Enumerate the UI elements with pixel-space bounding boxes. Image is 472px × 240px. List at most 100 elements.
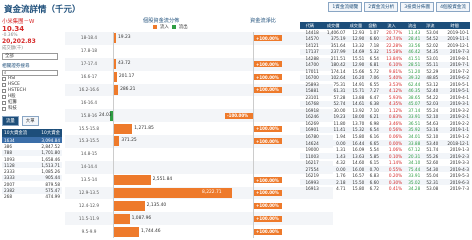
inflow-bar[interactable]	[114, 213, 130, 224]
net-ratio-label: +100.00%	[256, 126, 279, 132]
chart-row: 12.4-12.9 2,135.40 +100.00%	[65, 199, 333, 212]
table-cell: 16913	[305, 186, 319, 192]
analysis-button[interactable]: 2資金流分析	[364, 2, 399, 12]
chart-row: 13.5-14 2,551.84 +100.00%	[65, 174, 333, 187]
inflow-value-label: 2,551.84	[152, 177, 173, 183]
checkbox-box[interactable]	[2, 101, 6, 105]
checkbox-box[interactable]	[2, 89, 6, 93]
inflow-value-label: 1,744.46	[141, 228, 161, 234]
stock-name: 小米集團－W	[2, 19, 35, 25]
table-cell: 34.28	[408, 186, 421, 192]
chart-row: 18-18.4 19.23 +100.00%	[65, 32, 333, 45]
stock-flow-button[interactable]: 4個股資金流	[436, 2, 470, 12]
top-button-group: 1資金流總覽 2資金流分析 3投資分佈圖 4個股資金流	[328, 2, 470, 12]
checkbox-box[interactable]	[2, 107, 6, 111]
right-panel: 代碼 成交價 成交量 變動 流入 流出 淨流 時間 14418 1,406.07 12.93 1.0…	[300, 22, 470, 192]
legend-outflow-swatch	[171, 25, 176, 29]
checkbox-item[interactable]: 科技	[2, 106, 62, 112]
net-ratio-title: 資金流淨比	[250, 18, 276, 24]
inflow-bar[interactable]	[114, 226, 140, 237]
chart-row: 15.3-15.5 371.25 +100.00%	[65, 135, 333, 148]
table-header[interactable]: 變動	[365, 22, 380, 29]
checkbox-box[interactable]	[2, 83, 6, 87]
outflow-value-label: 24.03	[99, 112, 112, 118]
legend-outflow-label: 流出	[178, 25, 188, 30]
chart-row: 16-16.4	[65, 96, 333, 109]
checkbox-box[interactable]	[2, 77, 6, 81]
inflow-bar[interactable]	[114, 84, 119, 95]
checkbox-label: 科技	[8, 106, 17, 111]
chart-grid: 18-18.4 19.23 +100.00% 17.8-18 17-17.4 43.72 +…	[65, 32, 333, 238]
chart-row: 14-14.4	[65, 160, 333, 174]
table-header[interactable]: 代碼	[300, 22, 320, 29]
flow-distribution-chart: 個股資金流分佈 資金流淨比 流入 流出 18-18.4 19.23 +100.00%…	[65, 17, 333, 239]
axis-line	[113, 32, 114, 238]
table-row[interactable]: 16913 4.71 15.80 6.72 0.41% 34.28 53.08 2019-7-…	[300, 185, 470, 192]
net-ratio-label: +100.00%	[256, 138, 279, 144]
chart-title: 個股資金流分佈	[143, 18, 180, 24]
net-ratio-label: +100.00%	[256, 203, 279, 209]
net-ratio-label: +100.00%	[256, 74, 279, 80]
net-ratio-label: +100.00%	[256, 229, 279, 235]
inflow-bar[interactable]	[114, 123, 133, 134]
left-header-2[interactable]: 10大資金	[41, 130, 60, 136]
table-cell: 53.08	[426, 186, 439, 192]
chart-row: 16.6-17 201.17 +100.00%	[65, 71, 333, 84]
category-label: 12.9-13.5	[78, 189, 100, 195]
table-header[interactable]: 成交量	[346, 22, 366, 29]
left-header-1[interactable]: 10大資金流	[4, 130, 27, 136]
inflow-value-label: 201.17	[118, 74, 135, 80]
stock-amount: 20,202.83	[2, 38, 36, 45]
category-label: 15.3-15.5	[78, 138, 100, 144]
inflow-bar[interactable]	[114, 200, 145, 211]
net-ratio-label: +100.00%	[256, 87, 279, 93]
category-select[interactable]: 全部	[2, 53, 58, 60]
inflow-bar[interactable]	[114, 136, 120, 147]
left-tabs: 流量 大單	[2, 116, 62, 126]
table-header[interactable]: 流出	[403, 22, 422, 29]
inflow-bar[interactable]	[114, 72, 117, 83]
checkbox-box[interactable]	[2, 95, 6, 99]
inflow-value-label: 8,222.71	[202, 189, 222, 195]
table-cell: 4.71	[336, 186, 346, 192]
table-header[interactable]: 成交價	[319, 22, 347, 29]
search-input[interactable]: ⌕	[2, 70, 58, 76]
category-label: 9.5-9.9	[81, 228, 97, 234]
checkbox-list: HSI HSCE HSTECH H股 紅籌 科技	[2, 76, 62, 112]
stock-price: 10.34	[2, 25, 25, 33]
inflow-bar[interactable]	[114, 59, 116, 70]
table-header[interactable]: 流入	[379, 22, 404, 29]
category-label: 15.5-15.8	[78, 125, 100, 131]
chart-row: 14.8-15	[65, 148, 333, 161]
tab-flow[interactable]: 流量	[2, 116, 19, 126]
category-label: 16.6-17	[80, 74, 98, 80]
table-header[interactable]: 淨流	[421, 22, 440, 29]
category-label: 11.5-11.9	[78, 215, 100, 221]
category-label: 17.8-18	[80, 48, 98, 54]
chart-legend: 流入 流出	[153, 24, 188, 30]
tab-large-order[interactable]: 大單	[21, 116, 39, 126]
net-ratio-label: -100.00%	[227, 113, 249, 119]
left-table-header: 10大資金流 10大資金	[2, 129, 62, 137]
legend-inflow-swatch	[153, 25, 157, 29]
chart-row: 16.2-16.6 286.21 +100.00%	[65, 83, 333, 97]
chart-row: 11.5-11.9 1,087.96 +100.00%	[65, 212, 333, 226]
left-cell-value: 474.99	[45, 194, 60, 200]
category-label: 16.2-16.6	[78, 86, 100, 92]
category-label: 17-17.4	[80, 61, 98, 67]
filter-section-title: 相關證券搜尋	[2, 64, 30, 69]
table-cell: 2019-7-3	[449, 186, 469, 192]
left-table-row[interactable]: 268 474.99	[2, 194, 62, 200]
stock-amount-label: 成交額(千)	[2, 46, 23, 51]
inflow-bar[interactable]	[114, 175, 151, 186]
left-panel: 小米集團－W 10.34 -0.36% 20,202.83 成交額(千) 全部 …	[2, 17, 62, 200]
chart-row: 12.9-13.5 8,222.71 +100.00%	[65, 186, 333, 200]
inflow-bar[interactable]	[114, 33, 116, 44]
distribution-button[interactable]: 3投資分佈圖	[400, 2, 435, 12]
table-header[interactable]: 時間	[439, 22, 470, 29]
net-ratio-label: +100.00%	[256, 61, 279, 67]
overview-button[interactable]: 1資金流總覽	[328, 2, 363, 12]
category-label: 12.4-12.9	[78, 202, 100, 208]
net-ratio-label: +100.00%	[256, 35, 279, 41]
category-label: 14.8-15	[80, 151, 98, 157]
